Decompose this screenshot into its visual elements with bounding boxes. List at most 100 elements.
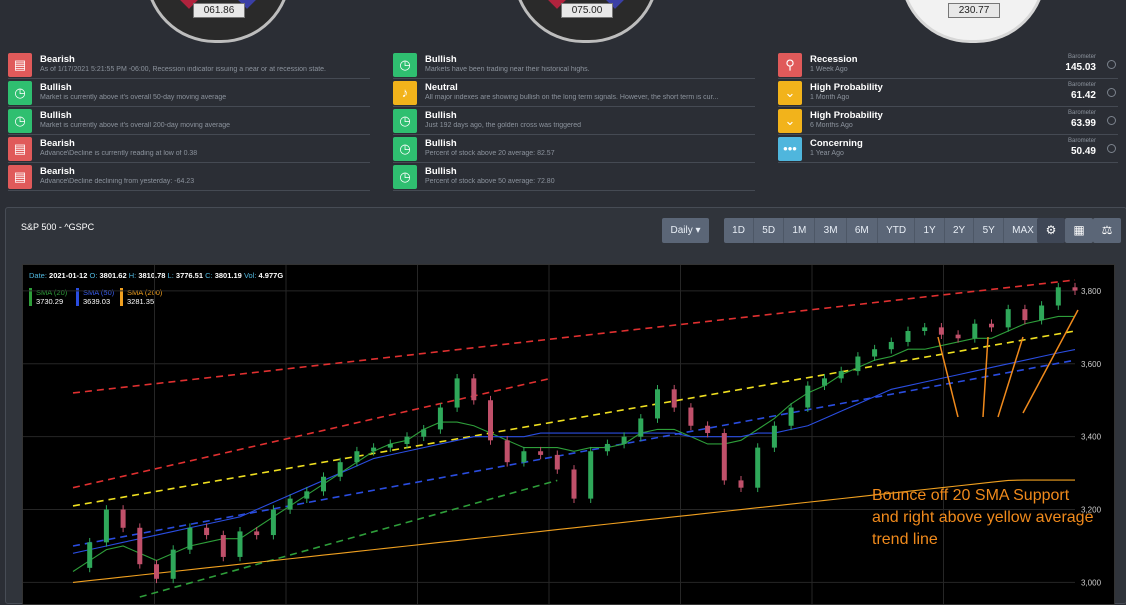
candle-body <box>103 509 109 543</box>
signal-title: Neutral <box>425 82 458 93</box>
candle-body <box>972 323 978 339</box>
info-icon[interactable] <box>1107 144 1116 153</box>
candle-body <box>154 564 159 579</box>
barometer-value: 145.03 <box>1065 62 1096 73</box>
signal-title: Bullish <box>425 110 457 121</box>
info-icon[interactable] <box>1107 88 1116 97</box>
chevron-down-icon: ⌄ <box>778 109 802 133</box>
chart-plot: 3,0003,2003,4003,6003,800 <box>23 265 1102 604</box>
compare-tool-button[interactable]: ⚖ <box>1093 218 1121 243</box>
info-icon[interactable] <box>1107 116 1116 125</box>
settings-tool-button[interactable]: ⚙ <box>1037 218 1065 243</box>
signal-row[interactable]: ⌄ High Probability 1 Month Ago Barometer 61.… <box>778 78 1118 107</box>
signal-title: Concerning <box>810 138 863 149</box>
period-2y[interactable]: 2Y <box>945 218 975 243</box>
signal-row[interactable]: ⚲ Recession 1 Week Ago Barometer 145.03 <box>778 50 1118 79</box>
period-5y[interactable]: 5Y <box>974 218 1004 243</box>
period-3m[interactable]: 3M <box>815 218 847 243</box>
candle-body <box>170 549 176 579</box>
signal-subtitle: All major indexes are showing bullish on… <box>425 94 719 101</box>
calculator-tool-button[interactable]: ▦ <box>1065 218 1093 243</box>
ohlc-readout: Date: 2021-01-12 O: 3801.62 H: 3810.78 L… <box>29 271 283 280</box>
ohlc-date: 2021-01-12 <box>49 271 88 280</box>
barometer-label: Barometer <box>1067 110 1096 116</box>
candle-body <box>387 443 393 448</box>
candle-body <box>371 447 377 452</box>
signal-row[interactable]: ♪ Neutral All major indexes are showing bu… <box>393 78 755 107</box>
signal-title: Bullish <box>425 54 457 65</box>
signal-row[interactable]: ◷ Bullish Market is currently above it's o… <box>8 78 370 107</box>
candle-body <box>404 436 410 444</box>
signal-row[interactable]: ◷ Bullish Market is currently above it's o… <box>8 106 370 135</box>
legend-name: SMA (200) <box>127 288 163 297</box>
signal-row[interactable]: ◷ Bullish Percent of stock above 50 averag… <box>393 162 755 191</box>
signal-subtitle: Percent of stock above 20 average: 82.57 <box>425 150 555 157</box>
gauge-icon: ◷ <box>8 81 32 105</box>
barometer-label: Barometer <box>1067 138 1096 144</box>
info-icon[interactable] <box>1107 60 1116 69</box>
chart-annotation: Bounce off 20 SMA Support and right abov… <box>872 485 1093 551</box>
signal-row[interactable]: ◷ Bullish Just 192 days ago, the golden cr… <box>393 106 755 135</box>
candle-body <box>321 476 326 492</box>
signal-subtitle: 1 Year Ago <box>810 150 844 157</box>
chart-title: S&P 500 - ^GSPC <box>21 222 95 232</box>
candle-body <box>554 454 560 470</box>
message-icon: ▤ <box>8 165 32 189</box>
candle-body <box>287 498 293 510</box>
candle-body <box>938 327 944 335</box>
y-tick-label: 3,000 <box>1081 578 1102 587</box>
legend-name: SMA (50) <box>83 288 115 297</box>
ellipsis-icon: ••• <box>778 137 802 161</box>
signal-row[interactable]: ▤ Bearish As of 1/17/2021 5:21:55 PM -06:0… <box>8 50 370 79</box>
period-ytd[interactable]: YTD <box>878 218 916 243</box>
candle-body <box>1039 305 1045 321</box>
signal-row[interactable]: ▤ Bearish Advance\Decline is currently rea… <box>8 134 370 163</box>
candle-body <box>721 433 727 481</box>
price-chart[interactable]: Date: 2021-01-12 O: 3801.62 H: 3810.78 L… <box>22 264 1115 605</box>
signal-title: Bullish <box>425 166 457 177</box>
ohlc-high: 3810.78 <box>138 271 166 280</box>
candle-body <box>655 389 660 419</box>
signal-title: Recession <box>810 54 858 65</box>
chart-card: S&P 500 - ^GSPC Daily ▾ 1D 5D 1M 3M 6M YTD 1Y 2… <box>5 207 1126 605</box>
signal-title: Bullish <box>40 82 72 93</box>
signal-row[interactable]: ◷ Bullish Markets have been trading near t… <box>393 50 755 79</box>
candle-body <box>237 531 243 557</box>
signal-row[interactable]: ◷ Bullish Percent of stock above 20 averag… <box>393 134 755 163</box>
gauge-icon: ◷ <box>8 109 32 133</box>
period-1m[interactable]: 1M <box>784 218 816 243</box>
signal-row[interactable]: ⌄ High Probability 6 Months Ago Barometer 63… <box>778 106 1118 135</box>
interval-dropdown[interactable]: Daily ▾ <box>662 218 709 243</box>
period-1d[interactable]: 1D <box>724 218 755 243</box>
legend-value: 3730.29 <box>36 297 64 306</box>
signals-middle: ◷ Bullish Markets have been trading near t… <box>393 50 755 191</box>
candle-body <box>738 480 744 488</box>
signal-row[interactable]: ••• Concerning 1 Year Ago Barometer 50.49 <box>778 134 1118 163</box>
period-1y[interactable]: 1Y <box>915 218 945 243</box>
annotation-arrow <box>937 336 959 418</box>
gauge-1: 061.86 <box>145 0 291 43</box>
signal-subtitle: 1 Week Ago <box>810 66 848 73</box>
annotation-arrow <box>997 336 1024 418</box>
signal-title: Bullish <box>425 138 457 149</box>
candle-body <box>488 400 493 441</box>
ohlc-volume: 4.977G <box>258 271 284 280</box>
signal-subtitle: Just 192 days ago, the golden cross was … <box>425 122 582 129</box>
period-5d[interactable]: 5D <box>754 218 785 243</box>
barometer-value: 50.49 <box>1070 146 1096 157</box>
candle-body <box>621 436 627 444</box>
candle-body <box>1055 287 1061 306</box>
signal-row[interactable]: ▤ Bearish Advance\Decline declining from y… <box>8 162 370 191</box>
signal-subtitle: Market is currently above it's overall 2… <box>40 122 231 129</box>
candle-body <box>87 542 93 568</box>
candle-body <box>888 341 894 350</box>
gauge-value: 230.77 <box>948 3 1000 18</box>
signal-subtitle: Advance\Decline declining from yesterday… <box>40 178 195 185</box>
candle-body <box>671 389 677 408</box>
candle-body <box>437 407 443 430</box>
barometer-value: 63.99 <box>1070 118 1096 129</box>
period-6m[interactable]: 6M <box>847 218 878 243</box>
candle-body <box>421 429 427 437</box>
message-icon: ▤ <box>8 137 32 161</box>
legend-sma-20: SMA (20) 3730.29 <box>29 288 67 306</box>
